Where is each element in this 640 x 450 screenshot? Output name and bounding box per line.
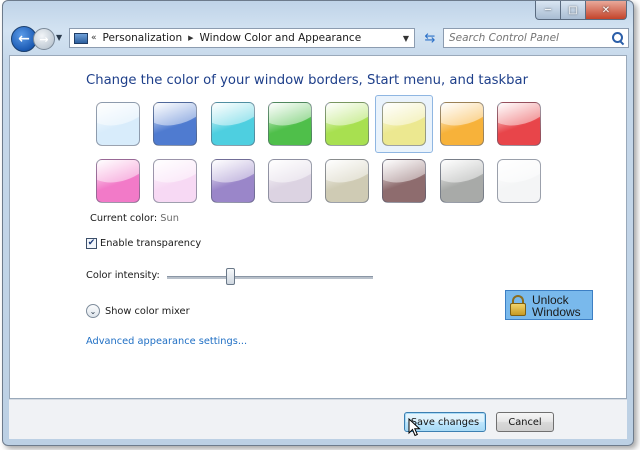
maximize-button[interactable]: □	[561, 1, 586, 20]
minimize-button[interactable]: ─	[535, 1, 561, 20]
chevron-down-icon[interactable]: ⌄	[86, 304, 100, 318]
color-swatch-cell[interactable]	[210, 158, 256, 204]
color-swatch-cell[interactable]	[439, 101, 485, 147]
color-swatch[interactable]	[210, 102, 255, 146]
enable-transparency-option[interactable]: ✔ Enable transparency	[86, 238, 201, 249]
color-swatch-cell[interactable]	[439, 158, 485, 204]
color-swatch[interactable]	[96, 159, 140, 203]
address-dropdown-icon[interactable]: ▼	[403, 34, 409, 43]
control-panel-icon	[74, 32, 88, 44]
color-swatch-grid	[95, 95, 555, 204]
color-swatch-cell[interactable]	[496, 101, 542, 147]
enable-transparency-checkbox[interactable]: ✔	[86, 238, 97, 249]
color-swatch-cell[interactable]	[95, 158, 141, 204]
mouse-cursor-icon	[408, 418, 421, 437]
refresh-icon: ⇆	[424, 30, 436, 46]
minimize-icon: ─	[544, 4, 552, 16]
enable-transparency-label: Enable transparency	[100, 238, 202, 249]
color-swatch-cell[interactable]	[210, 101, 256, 147]
current-color: Current color: Sun	[90, 213, 179, 224]
show-color-mixer-label: Show color mixer	[105, 305, 190, 317]
breadcrumb-personalization[interactable]: Personalization	[103, 32, 183, 44]
color-swatch-cell[interactable]	[267, 158, 313, 204]
slider-track[interactable]	[167, 276, 373, 279]
lock-icon	[510, 295, 526, 317]
search-icon[interactable]	[611, 31, 625, 45]
address-bar[interactable]: « Personalization ▶ Window Color and App…	[69, 28, 415, 48]
content-pane: Change the color of your window borders,…	[9, 55, 627, 399]
color-swatch-cell[interactable]	[152, 101, 198, 147]
color-swatch[interactable]	[210, 159, 255, 203]
color-swatch-cell[interactable]	[375, 95, 434, 153]
show-color-mixer-toggle[interactable]: ⌄ Show color mixer	[86, 304, 190, 318]
color-swatch-cell[interactable]	[152, 158, 198, 204]
color-swatch-cell[interactable]	[324, 101, 370, 147]
color-intensity-label: Color intensity:	[86, 270, 160, 281]
current-color-label: Current color:	[90, 213, 158, 224]
color-swatch[interactable]	[325, 159, 370, 203]
current-color-value: Sun	[160, 213, 179, 224]
unlock-windows-button[interactable]: Unlock Windows	[505, 290, 593, 320]
color-swatch[interactable]	[382, 159, 427, 203]
color-swatch-cell[interactable]	[381, 158, 427, 204]
recent-pages-dropdown[interactable]: ▼	[56, 33, 62, 42]
close-icon: ✕	[601, 4, 611, 16]
color-swatch-cell[interactable]	[267, 101, 313, 147]
window: ─ □ ✕ ← → ▼ « Personalization ▶ Window C…	[2, 0, 634, 446]
caption-buttons: ─ □ ✕	[535, 1, 627, 20]
color-swatch[interactable]	[497, 159, 542, 203]
page-title: Change the color of your window borders,…	[86, 73, 529, 88]
back-arrow-icon: ←	[18, 31, 30, 47]
color-swatch-cell[interactable]	[496, 158, 542, 204]
forward-button[interactable]: →	[33, 28, 55, 50]
cancel-button[interactable]: Cancel	[496, 412, 554, 432]
close-button[interactable]: ✕	[586, 1, 627, 20]
color-swatch[interactable]	[96, 102, 140, 146]
breadcrumb-window-color[interactable]: Window Color and Appearance	[200, 32, 362, 44]
color-swatch[interactable]	[439, 159, 484, 203]
breadcrumb-separator-icon[interactable]: ▶	[188, 34, 193, 42]
color-swatch[interactable]	[382, 102, 427, 146]
unlock-windows-label: Unlock Windows	[532, 294, 581, 318]
advanced-appearance-link[interactable]: Advanced appearance settings...	[86, 336, 247, 347]
forward-arrow-icon: →	[39, 32, 49, 46]
maximize-icon: □	[568, 4, 578, 16]
breadcrumb-chevron-icon[interactable]: «	[91, 33, 97, 43]
color-swatch[interactable]	[153, 102, 198, 146]
color-swatch[interactable]	[497, 102, 542, 146]
color-intensity-slider[interactable]	[167, 268, 373, 285]
refresh-button[interactable]: ⇆	[419, 28, 441, 48]
color-swatch[interactable]	[153, 159, 198, 203]
button-bar: Save changes Cancel	[9, 399, 627, 439]
color-swatch[interactable]	[267, 102, 312, 146]
color-swatch[interactable]	[439, 102, 484, 146]
search-box[interactable]	[443, 28, 629, 48]
color-swatch-cell[interactable]	[95, 101, 141, 147]
navigation-bar: ← → ▼ « Personalization ▶ Window Color a…	[9, 26, 629, 52]
search-input[interactable]	[444, 31, 611, 45]
slider-thumb[interactable]	[226, 268, 235, 285]
color-swatch[interactable]	[325, 102, 370, 146]
color-swatch-cell[interactable]	[324, 158, 370, 204]
color-swatch[interactable]	[267, 159, 312, 203]
unlock-line2: Windows	[532, 305, 581, 319]
